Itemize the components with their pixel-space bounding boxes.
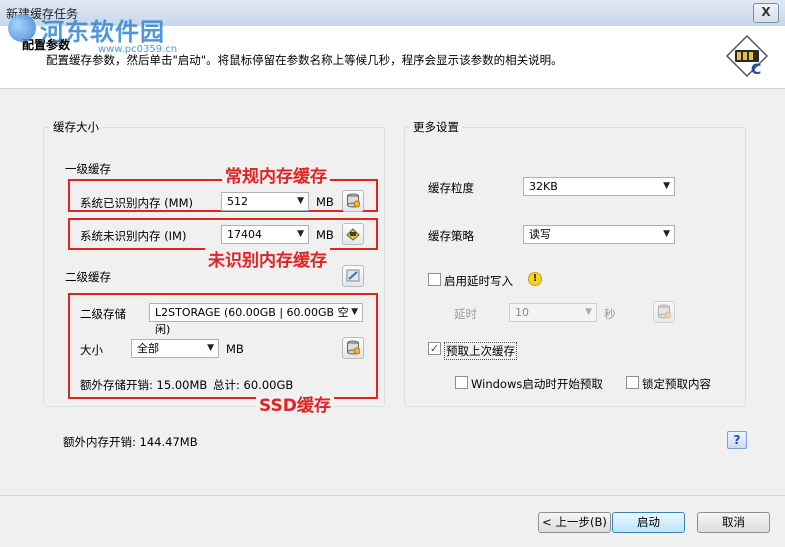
wizard-footer: < 上一步(B) 启动 取消 bbox=[0, 495, 785, 547]
more-settings-title: 更多设置 bbox=[410, 119, 462, 135]
size-label: 大小 bbox=[80, 343, 103, 357]
chevron-down-icon: ▼ bbox=[663, 181, 670, 191]
windows-start-prefetch-label[interactable]: Windows启动时开始预取 bbox=[471, 376, 603, 392]
chevron-down-icon: ▼ bbox=[663, 229, 670, 239]
ssd-cache-annotation: SSD缓存 bbox=[256, 391, 334, 416]
unrecognized-memory-annotation: 未识别内存缓存 bbox=[205, 246, 330, 271]
chevron-down-icon: ▼ bbox=[297, 229, 304, 239]
warning-icon: ! bbox=[528, 272, 542, 286]
close-button[interactable]: X bbox=[753, 3, 779, 23]
secondary-storage-select[interactable]: L2STORAGE (60.00GB | 60.00GB 空闲) ▼ bbox=[149, 303, 363, 336]
strategy-value: 读写 bbox=[529, 228, 551, 241]
main-panel: 缓存大小 一级缓存 常规内存缓存 系统已识别内存 (MM) 512 ▼ MB 系… bbox=[0, 89, 785, 495]
cache-size-title: 缓存大小 bbox=[50, 119, 102, 135]
prefetch-checkbox[interactable]: ✓ bbox=[428, 342, 441, 355]
delayed-write-label[interactable]: 启用延时写入 bbox=[444, 273, 513, 289]
granularity-value: 32KB bbox=[529, 180, 558, 193]
unrecognized-memory-info-button[interactable] bbox=[342, 223, 364, 245]
size-value: 全部 bbox=[137, 342, 159, 355]
lock-prefetch-checkbox[interactable] bbox=[626, 376, 639, 389]
extra-storage-overhead: 额外存储开销: 15.00MB bbox=[80, 378, 208, 392]
recognized-memory-unit: MB bbox=[316, 195, 334, 209]
size-info-button[interactable] bbox=[342, 337, 364, 359]
strategy-select[interactable]: 读写 ▼ bbox=[523, 225, 675, 244]
level2-settings-button[interactable] bbox=[342, 265, 364, 287]
strategy-label: 缓存策略 bbox=[428, 229, 474, 243]
unrecognized-memory-select[interactable]: 17404 ▼ bbox=[221, 225, 309, 244]
recognized-memory-info-button[interactable] bbox=[342, 190, 364, 212]
chevron-down-icon: ▼ bbox=[297, 196, 304, 206]
svg-text:C: C bbox=[751, 62, 761, 78]
database-icon bbox=[658, 304, 671, 319]
regular-memory-annotation: 常规内存缓存 bbox=[222, 162, 330, 187]
secondary-storage-label: 二级存储 bbox=[80, 307, 126, 321]
level2-cache-label: 二级缓存 bbox=[65, 270, 111, 284]
wrench-icon bbox=[346, 269, 360, 282]
watermark-text: 河东软件园 bbox=[40, 17, 165, 46]
cancel-button[interactable]: 取消 bbox=[697, 512, 770, 533]
chevron-down-icon: ▼ bbox=[351, 307, 358, 317]
unrecognized-memory-label: 系统未识别内存 (IM) bbox=[80, 229, 187, 243]
delay-info-button[interactable] bbox=[653, 301, 675, 323]
granularity-label: 缓存粒度 bbox=[428, 181, 474, 195]
level1-cache-label: 一级缓存 bbox=[65, 162, 111, 176]
cache-card-icon: C bbox=[725, 34, 769, 78]
chevron-down-icon: ▼ bbox=[207, 343, 214, 353]
extra-memory-overhead: 额外内存开销: 144.47MB bbox=[63, 435, 198, 449]
windows-start-prefetch-checkbox[interactable] bbox=[455, 376, 468, 389]
lock-prefetch-label[interactable]: 锁定预取内容 bbox=[642, 376, 711, 392]
chevron-down-icon: ▼ bbox=[585, 307, 592, 317]
delay-select[interactable]: 10 ▼ bbox=[509, 303, 597, 322]
delay-unit: 秒 bbox=[604, 307, 616, 321]
watermark-url: www.pc0359.cn bbox=[98, 44, 178, 55]
start-button[interactable]: 启动 bbox=[612, 512, 685, 533]
recognized-memory-select[interactable]: 512 ▼ bbox=[221, 192, 309, 211]
delay-label: 延时 bbox=[454, 307, 477, 321]
prefetch-label[interactable]: 预取上次缓存 bbox=[444, 342, 517, 360]
unrecognized-memory-unit: MB bbox=[316, 228, 334, 242]
recognized-memory-value: 512 bbox=[227, 195, 248, 208]
back-button[interactable]: < 上一步(B) bbox=[538, 512, 611, 533]
database-icon bbox=[347, 193, 360, 208]
unrecognized-memory-value: 17404 bbox=[227, 228, 262, 241]
size-unit: MB bbox=[226, 342, 244, 356]
size-select[interactable]: 全部 ▼ bbox=[131, 339, 219, 358]
watermark-logo bbox=[8, 14, 36, 42]
help-button[interactable]: ? bbox=[727, 431, 747, 449]
database-icon bbox=[347, 340, 360, 355]
granularity-select[interactable]: 32KB ▼ bbox=[523, 177, 675, 196]
recognized-memory-label: 系统已识别内存 (MM) bbox=[80, 196, 193, 210]
memory-chip-icon bbox=[346, 228, 360, 241]
more-settings-group bbox=[404, 127, 746, 407]
delay-value: 10 bbox=[515, 306, 529, 319]
delayed-write-checkbox[interactable] bbox=[428, 273, 441, 286]
